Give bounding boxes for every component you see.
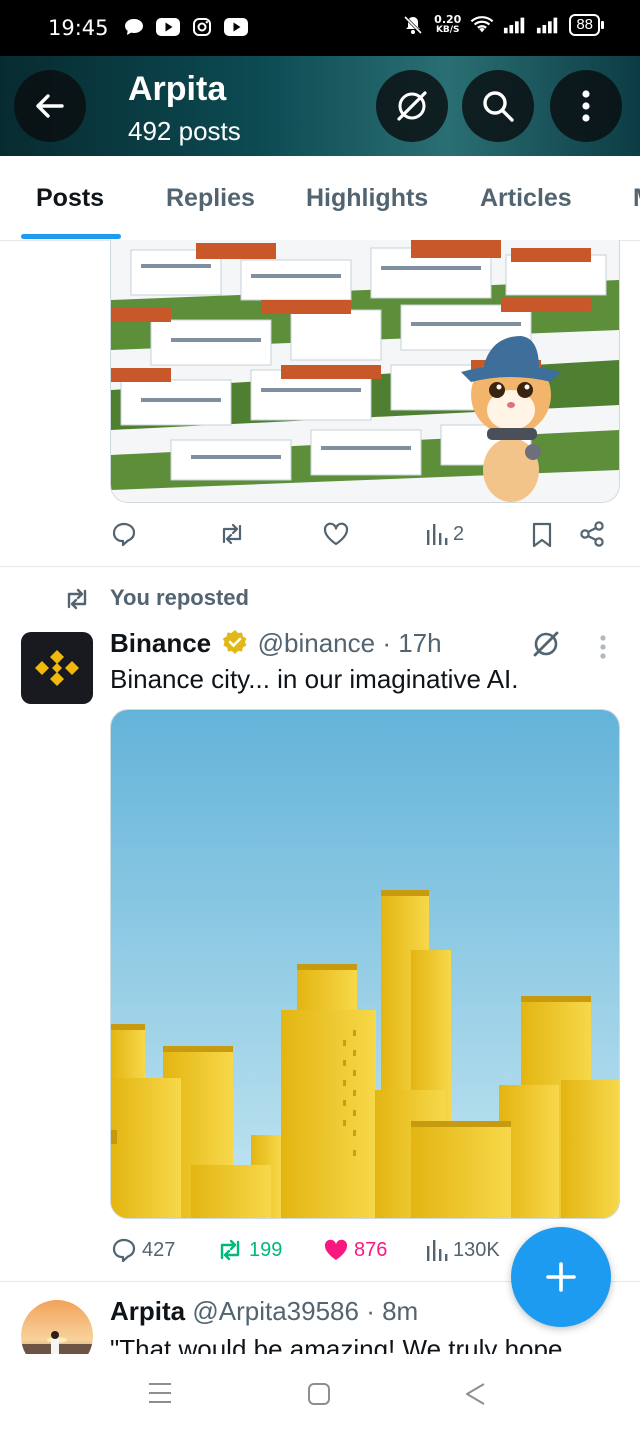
heart-icon bbox=[323, 522, 349, 546]
bookmark-button[interactable] bbox=[530, 521, 554, 549]
tab-posts[interactable]: Posts bbox=[36, 184, 104, 213]
tab-articles[interactable]: Articles bbox=[480, 184, 572, 213]
more-vertical-icon bbox=[582, 90, 590, 122]
post-header: Arpita @Arpita39586 · 8m bbox=[110, 1296, 418, 1327]
repost-button[interactable]: 199 bbox=[215, 1236, 282, 1264]
reply-button[interactable]: 427 bbox=[110, 1236, 175, 1264]
battery-indicator: 88 bbox=[569, 14, 604, 36]
post-time[interactable]: · 17h bbox=[382, 628, 441, 658]
signal-icon bbox=[536, 15, 560, 35]
active-tab-indicator bbox=[21, 234, 121, 239]
author-name[interactable]: Arpita bbox=[110, 1296, 185, 1326]
post-time[interactable]: · 8m bbox=[366, 1296, 418, 1326]
plus-icon bbox=[546, 1262, 576, 1292]
reply-count: 427 bbox=[142, 1238, 176, 1261]
net-speed-value: 0.20 bbox=[434, 13, 462, 26]
post-more-button[interactable] bbox=[598, 634, 608, 665]
notification-icons bbox=[122, 17, 248, 37]
profile-name: Arpita bbox=[128, 70, 227, 108]
like-button[interactable] bbox=[322, 520, 350, 548]
arrow-left-icon bbox=[36, 94, 64, 118]
signal-icon bbox=[503, 15, 527, 35]
views-icon bbox=[427, 1240, 448, 1261]
post-header: Binance @binance · 17h bbox=[110, 628, 442, 662]
grok-icon bbox=[397, 91, 427, 121]
post-text: Binance city... in our imaginative AI. bbox=[110, 664, 519, 694]
profile-header: Arpita 492 posts bbox=[0, 56, 640, 156]
grok-button[interactable] bbox=[376, 70, 448, 142]
back-nav-button[interactable] bbox=[464, 1382, 488, 1411]
home-square-icon bbox=[308, 1383, 330, 1405]
profile-tabs: Posts Replies Highlights Articles M bbox=[0, 156, 640, 241]
like-count: 876 bbox=[354, 1238, 388, 1261]
tab-highlights[interactable]: Highlights bbox=[306, 184, 428, 213]
youtube-icon bbox=[156, 17, 180, 37]
repost-label: You reposted bbox=[110, 585, 249, 610]
net-speed-unit: KB/S bbox=[435, 25, 460, 35]
more-vertical-icon bbox=[600, 635, 606, 659]
views-icon bbox=[427, 524, 448, 545]
recent-apps-button[interactable] bbox=[148, 1382, 172, 1409]
divider bbox=[0, 566, 640, 567]
verified-badge-icon bbox=[222, 629, 248, 662]
views-count: 2 bbox=[453, 522, 465, 545]
system-nav-bar bbox=[0, 1354, 640, 1433]
binance-logo-icon bbox=[35, 650, 79, 686]
author-handle[interactable]: @Arpita39586 bbox=[192, 1296, 359, 1326]
post-image-binance-city[interactable] bbox=[110, 709, 620, 1219]
tab-media[interactable]: M bbox=[633, 184, 640, 213]
repost-icon bbox=[222, 523, 242, 545]
views-count: 130K bbox=[453, 1238, 500, 1261]
search-button[interactable] bbox=[462, 70, 534, 142]
views-button[interactable]: 2 bbox=[425, 520, 464, 548]
bookmark-icon bbox=[532, 522, 552, 548]
post-image-palace[interactable] bbox=[110, 240, 620, 503]
grok-button[interactable] bbox=[530, 628, 562, 665]
author-handle[interactable]: @binance bbox=[258, 628, 375, 658]
back-button[interactable] bbox=[14, 70, 86, 142]
status-time: 19:45 bbox=[48, 16, 109, 40]
repost-indicator-icon bbox=[62, 586, 92, 617]
more-options-button[interactable] bbox=[550, 70, 622, 142]
search-icon bbox=[483, 91, 514, 122]
heart-filled-icon bbox=[324, 1239, 348, 1260]
reply-button[interactable] bbox=[110, 520, 138, 548]
reply-icon bbox=[112, 1238, 136, 1263]
net-speed: 0.20 KB/S bbox=[434, 14, 461, 36]
author-name[interactable]: Binance bbox=[110, 628, 211, 658]
status-bar: 19:45 0.20 KB/S 88 bbox=[0, 0, 640, 56]
share-icon bbox=[580, 521, 604, 547]
instagram-icon bbox=[190, 17, 214, 37]
repost-button[interactable] bbox=[217, 520, 247, 548]
home-button[interactable] bbox=[307, 1382, 331, 1411]
post-count: 492 posts bbox=[128, 116, 241, 146]
share-button[interactable] bbox=[578, 520, 606, 548]
chat-icon bbox=[122, 17, 146, 37]
grok-icon bbox=[533, 631, 559, 657]
views-button[interactable]: 130K bbox=[425, 1236, 500, 1264]
repost-icon bbox=[220, 1239, 240, 1261]
wifi-icon bbox=[470, 15, 494, 35]
reply-icon bbox=[112, 522, 136, 547]
repost-count: 199 bbox=[249, 1238, 283, 1261]
mute-icon bbox=[401, 15, 425, 35]
like-button[interactable]: 876 bbox=[322, 1236, 387, 1264]
menu-icon bbox=[149, 1383, 171, 1403]
avatar[interactable] bbox=[21, 632, 93, 704]
back-triangle-icon bbox=[466, 1383, 485, 1405]
compose-post-button[interactable] bbox=[511, 1227, 611, 1327]
system-status: 0.20 KB/S 88 bbox=[401, 14, 604, 36]
youtube-icon bbox=[224, 17, 248, 37]
tab-replies[interactable]: Replies bbox=[166, 184, 255, 213]
